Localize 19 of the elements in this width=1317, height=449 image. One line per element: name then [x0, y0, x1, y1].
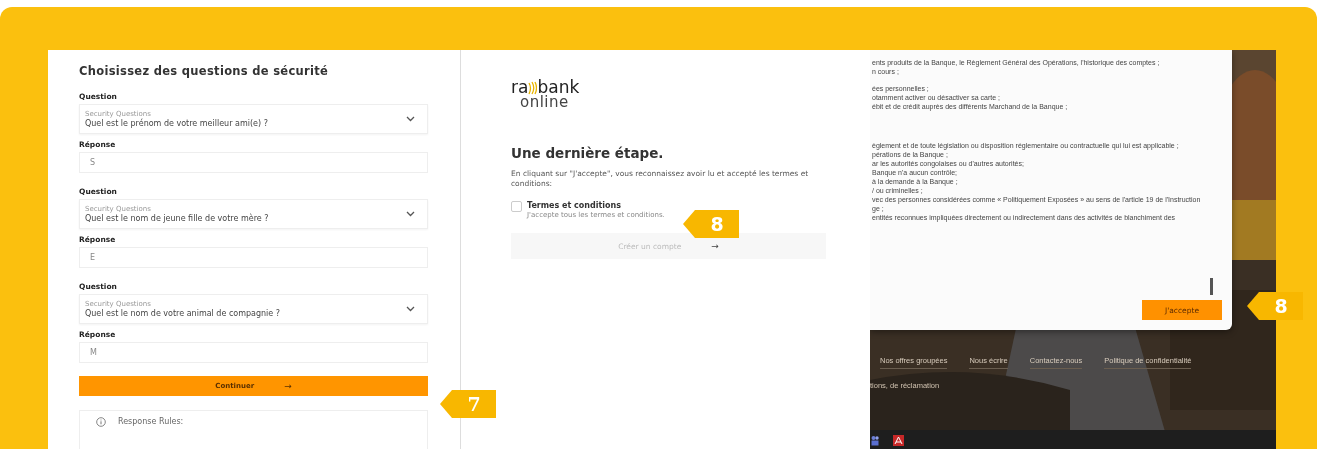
step-callout: 7: [440, 390, 496, 418]
info-icon: [96, 416, 106, 427]
chevron-down-icon: [406, 116, 415, 122]
people-icon[interactable]: [871, 434, 879, 446]
answer-field[interactable]: M: [79, 342, 428, 363]
pdf-icon[interactable]: [893, 434, 904, 446]
step-heading: Une dernière étape.: [511, 145, 665, 161]
form-title: Choisissez des questions de sécurité: [79, 64, 330, 78]
scrollbar-thumb[interactable]: [1210, 278, 1213, 295]
step-callout: 8: [683, 210, 739, 238]
answer-field[interactable]: E: [79, 247, 428, 268]
step-callout: 8: [1247, 292, 1303, 320]
answer-field[interactable]: S: [79, 152, 428, 173]
terms-checkbox[interactable]: [511, 201, 522, 212]
chevron-down-icon: [406, 211, 415, 217]
bank-logo: ra bank online: [511, 80, 580, 109]
rules-title: Response Rules:: [118, 417, 184, 426]
chevron-down-icon: [406, 306, 415, 312]
checkbox-label: Termes et conditions: [527, 201, 623, 210]
